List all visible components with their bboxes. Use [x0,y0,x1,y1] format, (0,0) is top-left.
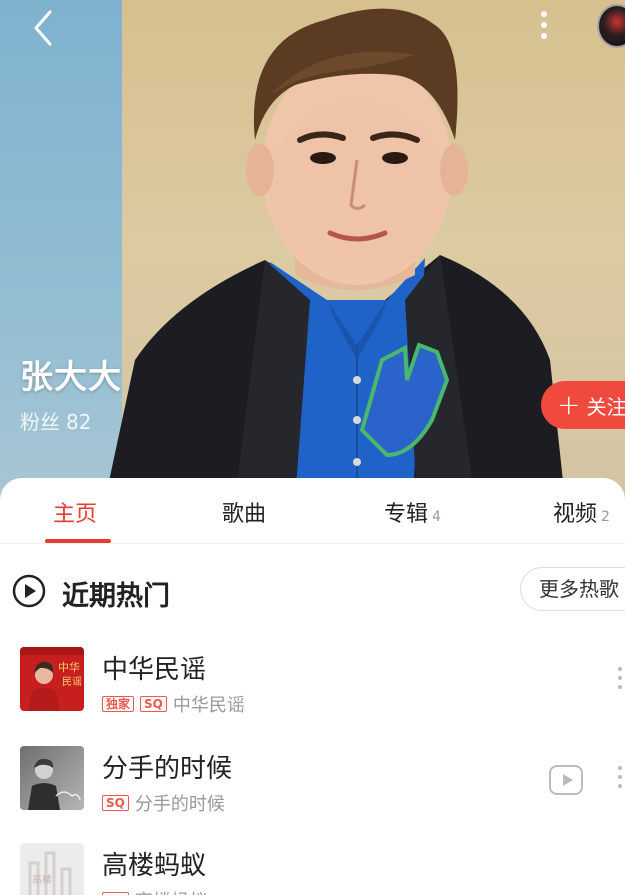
artist-hero: 张大大 粉丝 82 + 关注 [0,0,625,500]
song-title: 高楼蚂蚁 [102,851,207,881]
content-panel: 主页 歌曲 专辑 4 视频 2 近期热门 更多热歌 中华 民谣 中华民谣 独家 … [0,478,625,895]
fans-number: 82 [66,410,92,434]
chevron-left-icon [34,10,52,46]
artist-name: 张大大 [20,357,122,396]
tab-videos-count: 2 [601,509,610,525]
artist-photo [105,8,565,500]
exclusive-badge: 独家 [102,696,135,712]
song-cover: 中华 民谣 [20,647,84,711]
svg-text:中华: 中华 [58,660,80,674]
fans-count: 粉丝 82 [20,406,91,435]
tab-albums-count: 4 [432,509,441,525]
back-button[interactable] [28,6,68,50]
song-more-button[interactable] [618,766,625,793]
active-tab-indicator [45,539,111,543]
svg-text:民谣: 民谣 [62,676,82,688]
mv-play-icon[interactable] [549,765,583,795]
more-hot-songs-button[interactable]: 更多热歌 [520,567,625,611]
sq-badge: SQ [102,795,129,811]
song-cover [20,746,84,810]
song-meta: 独家 SQ 中华民谣 [102,691,245,717]
song-row[interactable]: 分手的时候 SQ 分手的时候 [0,746,625,826]
section-title: 近期热门 [62,581,170,612]
tab-videos-label: 视频 [553,502,598,527]
song-subtitle: 分手的时候 [134,794,225,815]
tab-home-label: 主页 [53,502,98,527]
vertical-dots-icon [541,11,547,17]
tab-songs-label: 歌曲 [222,502,267,527]
song-row[interactable]: 高楼 高楼蚂蚁 SQ 高楼蚂蚁 [0,843,625,895]
tab-albums-label: 专辑 [384,502,429,527]
play-all-icon[interactable] [12,574,46,608]
song-title: 中华民谣 [102,655,207,685]
tab-home[interactable]: 主页 [53,496,97,528]
follow-button[interactable]: + 关注 [541,381,625,429]
song-row[interactable]: 中华 民谣 中华民谣 独家 SQ 中华民谣 [0,647,625,727]
song-title: 分手的时候 [102,754,233,784]
tab-bar: 主页 歌曲 专辑 4 视频 2 [0,478,625,544]
tab-videos[interactable]: 视频 2 [553,496,610,528]
svg-text:高楼: 高楼 [32,873,52,886]
follow-label: 关注 [586,394,625,419]
fans-label: 粉丝 [20,410,60,434]
plus-icon: + [557,388,581,421]
song-meta: SQ 高楼蚂蚁 [102,887,207,895]
sq-badge: SQ [140,696,167,712]
tab-songs[interactable]: 歌曲 [222,496,266,528]
song-cover: 高楼 [20,843,84,895]
song-more-button[interactable] [618,667,625,694]
more-options-button[interactable] [532,6,556,50]
song-meta: SQ 分手的时候 [102,790,225,816]
song-subtitle: 高楼蚂蚁 [135,887,207,895]
hot-section-header: 近期热门 更多热歌 [0,567,625,614]
song-subtitle: 中华民谣 [172,695,245,716]
tab-albums[interactable]: 专辑 4 [384,496,441,528]
